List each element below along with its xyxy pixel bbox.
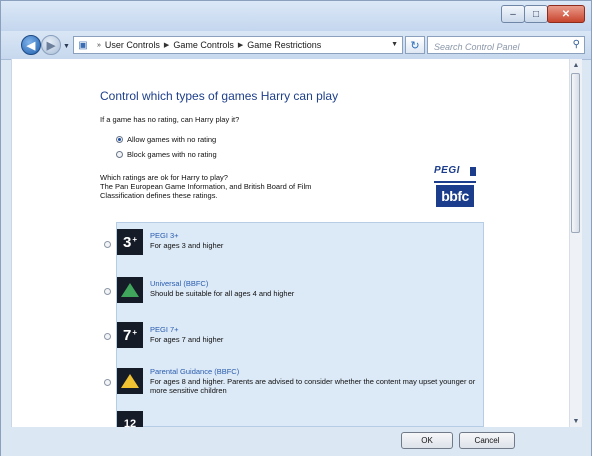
search-box: ⚲: [427, 36, 585, 55]
bbfc-universal-icon: [117, 277, 143, 303]
block-unrated-label: Block games with no rating: [127, 150, 217, 159]
bbfc-logo: bbfc: [436, 185, 474, 207]
back-button[interactable]: ◀: [21, 35, 41, 55]
rating-description: For ages 8 and higher. Parents are advis…: [150, 377, 476, 395]
content-pane: Control which types of games Harry can p…: [11, 59, 582, 427]
rating-systems-logo: PEGI bbfc: [430, 163, 478, 209]
rating-radio-pegi7[interactable]: [104, 333, 111, 340]
close-button[interactable]: ✕: [547, 5, 585, 23]
pegi-3-icon: 3 +: [117, 229, 143, 255]
rating-title: Parental Guidance (BBFC): [150, 367, 240, 376]
breadcrumb-user-controls[interactable]: User Controls: [105, 40, 160, 50]
rating-description: For ages 7 and higher: [150, 335, 224, 344]
allow-unrated-option[interactable]: Allow games with no rating: [116, 135, 216, 144]
arrow-left-icon: ◀: [26, 39, 36, 52]
rating-radio-universal[interactable]: [104, 288, 111, 295]
block-unrated-radio[interactable]: [116, 151, 123, 158]
chevron-right-icon: ▶: [237, 42, 244, 49]
block-unrated-option[interactable]: Block games with no rating: [116, 150, 217, 159]
intro-line: Classification defines these ratings.: [100, 191, 218, 200]
maximize-button[interactable]: □: [524, 5, 548, 23]
allow-unrated-radio[interactable]: [116, 136, 123, 143]
intro-line: Which ratings are ok for Harry to play?: [100, 173, 228, 182]
chevron-down-icon[interactable]: ▼: [391, 41, 398, 48]
rating-title: PEGI 7+: [150, 325, 179, 334]
cancel-button[interactable]: Cancel: [459, 432, 515, 449]
bbfc-pg-icon: [117, 368, 143, 394]
refresh-icon: ↻: [410, 39, 420, 52]
rating-title: PEGI 3+: [150, 231, 179, 240]
rating-radio-pegi3[interactable]: [104, 241, 111, 248]
dialog-footer: OK Cancel: [1, 427, 591, 456]
title-bar: – □ ✕: [1, 1, 591, 31]
pegi-logo: PEGI: [434, 165, 476, 183]
no-rating-question: If a game has no rating, can Harry play …: [100, 115, 240, 124]
badge-number: 7: [122, 326, 132, 344]
badge-suffix: +: [132, 328, 137, 337]
rating-description: Should be suitable for all ages 4 and hi…: [150, 289, 295, 298]
chevron-right-icon: ▶: [163, 42, 170, 49]
triangle-icon: [121, 283, 139, 297]
arrow-right-icon: ▶: [46, 39, 56, 52]
rating-title: Universal (BBFC): [150, 279, 209, 288]
rating-radio-parental-guidance[interactable]: [104, 379, 111, 386]
forward-button[interactable]: ▶: [41, 35, 61, 55]
breadcrumb-game-restrictions[interactable]: Game Restrictions: [247, 40, 321, 50]
rating-description: For ages 3 and higher: [150, 241, 224, 250]
pegi-7-icon: 7 +: [117, 322, 143, 348]
breadcrumb-game-controls[interactable]: Game Controls: [173, 40, 234, 50]
game-restrictions-window: – □ ✕ ◀ ▶ ▼ ▣ » User Controls ▶ Game Con…: [0, 0, 592, 456]
ratings-intro: Which ratings are ok for Harry to play? …: [100, 173, 311, 200]
badge-number: 3: [122, 233, 132, 251]
search-input[interactable]: [432, 39, 566, 55]
navigation-bar: ◀ ▶ ▼ ▣ » User Controls ▶ Game Controls …: [1, 31, 591, 60]
control-panel-icon: ▣: [78, 39, 88, 51]
window-controls: – □ ✕: [501, 5, 585, 23]
refresh-button[interactable]: ↻: [405, 36, 425, 54]
scroll-up-icon[interactable]: ▲: [570, 59, 582, 71]
page-title: Control which types of games Harry can p…: [100, 89, 339, 103]
pegi-logo-text: PEGI: [434, 165, 460, 176]
allow-unrated-label: Allow games with no rating: [127, 135, 217, 144]
vertical-scrollbar[interactable]: ▲ ▼: [569, 59, 582, 427]
search-icon[interactable]: ⚲: [573, 39, 580, 50]
badge-number: 12: [123, 418, 137, 427]
minimize-button[interactable]: –: [501, 5, 525, 23]
triangle-icon: [121, 374, 139, 388]
recent-pages-dropdown[interactable]: ▼: [63, 43, 70, 50]
address-bar[interactable]: ▣ » User Controls ▶ Game Controls ▶ Game…: [73, 36, 403, 54]
scrollbar-thumb[interactable]: [571, 73, 580, 233]
badge-suffix: +: [132, 235, 137, 244]
intro-line: The Pan European Game Information, and B…: [100, 182, 312, 191]
ok-button[interactable]: OK: [401, 432, 453, 449]
pegi-12-icon: 12: [117, 411, 143, 427]
scroll-down-icon[interactable]: ▼: [570, 415, 582, 427]
chevron-right-icon: »: [97, 41, 101, 49]
